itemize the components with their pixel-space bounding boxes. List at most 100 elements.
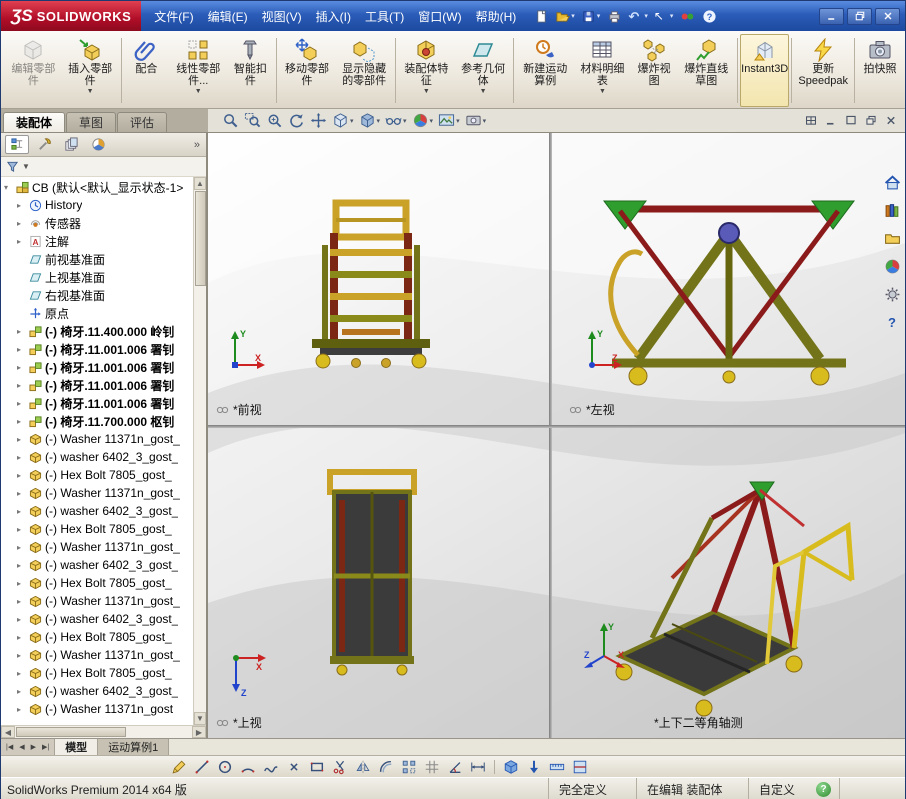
titlebar-record-toggle-button[interactable] — [677, 6, 697, 26]
sketch-arc-button[interactable] — [238, 757, 258, 776]
tree-horizontal-scrollbar[interactable]: ◀ ▶ — [1, 725, 206, 738]
sketch-sketch-pattern-button[interactable] — [399, 757, 419, 776]
sketch-section-box-button[interactable] — [570, 757, 590, 776]
tree-item[interactable]: ▸ (-) Washer 11371n_gost_ — [1, 538, 193, 556]
scroll-up-arrow[interactable]: ▲ — [194, 177, 206, 190]
tab-nav-button-2[interactable]: ▶ — [28, 743, 39, 751]
ribbon-smart-fasteners-button[interactable]: 智能扣件 — [227, 34, 274, 107]
tree-item[interactable]: ▸ (-) washer 6402_3_gost_ — [1, 610, 193, 628]
tree-item[interactable]: ▸ (-) 椅牙.11.001.006 署钊 — [1, 340, 193, 358]
tree-item[interactable]: ▸ A 注解 — [1, 232, 193, 250]
help-tab[interactable]: ? — [883, 313, 902, 331]
panel-overflow-button[interactable]: » — [194, 139, 202, 151]
appearances-tab[interactable] — [883, 257, 902, 275]
tree-item[interactable]: ▸ (-) Hex Bolt 7805_gost_ — [1, 574, 193, 592]
viewport-left[interactable]: Y Z *左视 — [552, 133, 905, 425]
ribbon-bom-button[interactable]: 材料明细表 ▼ — [574, 34, 631, 107]
tree-item[interactable]: ▸ (-) Washer 11371n_gost_ — [1, 592, 193, 610]
menu-item-3[interactable]: 插入(I) — [309, 1, 358, 31]
doc-restore-button[interactable] — [863, 113, 879, 128]
tree-root-item[interactable]: ▾ CB (默认<默认_显示状态-1> — [1, 178, 193, 196]
hud-zoom-area-button[interactable] — [244, 111, 261, 131]
tree-item[interactable]: 右视基准面 — [1, 286, 193, 304]
menu-item-4[interactable]: 工具(T) — [358, 1, 411, 31]
titlebar-open-button[interactable]: ▾ — [553, 6, 577, 26]
tab-nav-button-0[interactable]: |◀ — [3, 743, 16, 751]
tree-item[interactable]: ▸ (-) washer 6402_3_gost_ — [1, 556, 193, 574]
configurationmanager-tab[interactable] — [59, 135, 83, 154]
doc-minimize-button[interactable] — [823, 113, 839, 128]
tab-evaluate[interactable]: 评估 — [117, 112, 168, 132]
titlebar-help-circle-button[interactable]: ? — [699, 6, 719, 26]
viewport-isometric[interactable]: Y X Z *上下二等角轴测 — [552, 428, 905, 738]
tab-nav-button-3[interactable]: ▶| — [39, 743, 52, 751]
hud-apply-scene-button[interactable]: ▾ — [438, 111, 460, 131]
win-close-button[interactable] — [875, 7, 900, 25]
displaymanager-tab[interactable] — [86, 135, 110, 154]
sketch-measure-button[interactable] — [547, 757, 567, 776]
tree-item[interactable]: ▸ (-) 椅牙.11.400.000 岭钊 — [1, 322, 193, 340]
tree-item[interactable]: ▸ (-) 椅牙.11.700.000 枢钊 — [1, 412, 193, 430]
titlebar-save-button[interactable]: ▾ — [579, 6, 603, 26]
hud-view-settings-button[interactable]: ▾ — [465, 111, 486, 131]
ribbon-motion-study-button[interactable]: 新建运动算例 — [516, 34, 574, 107]
scroll-left-arrow[interactable]: ◀ — [1, 726, 15, 738]
featuremanager-tab[interactable] — [5, 135, 29, 154]
tree-item[interactable]: ▸ 传感器 — [1, 214, 193, 232]
tab-assembly[interactable]: 装配体 — [3, 112, 66, 132]
menu-item-6[interactable]: 帮助(H) — [469, 1, 524, 31]
tree-vertical-scrollbar[interactable]: ▲ ▼ — [193, 177, 206, 725]
ribbon-reference-geometry-button[interactable]: 参考几何体 ▼ — [455, 34, 512, 107]
graphics-area[interactable]: Y X *前视 Y Z *左视 Z X *上视 Y X Z *上下二等角轴测 ? — [208, 133, 905, 738]
titlebar-select-arrow-button[interactable]: ↖ ▾ — [652, 6, 676, 26]
hud-hide-show-items-button[interactable]: ▾ — [385, 111, 407, 131]
win-restore-button[interactable] — [847, 7, 872, 25]
ribbon-instant3d-button[interactable]: Instant3D — [739, 34, 790, 107]
ribbon-exploded-view-button[interactable]: 爆炸视图 — [631, 34, 678, 107]
tab-nav-button-1[interactable]: ◀ — [16, 743, 27, 751]
tree-item[interactable]: ▸ (-) Washer 11371n_gost — [1, 700, 193, 718]
tree-item[interactable]: ▸ (-) 椅牙.11.001.006 署钊 — [1, 376, 193, 394]
sketch-mirror-button[interactable] — [353, 757, 373, 776]
home-tab[interactable] — [883, 173, 902, 191]
scroll-thumb[interactable] — [194, 191, 206, 286]
viewport-front[interactable]: Y X *前视 — [208, 133, 549, 425]
tree-item[interactable]: ▸ (-) Washer 11371n_gost_ — [1, 430, 193, 448]
scroll-down-arrow[interactable]: ▼ — [194, 712, 206, 725]
ribbon-snapshot-button[interactable]: 拍快照 — [857, 34, 903, 107]
ribbon-move-component-button[interactable]: 移动零部件 — [279, 34, 336, 107]
sketch-spline-button[interactable] — [261, 757, 281, 776]
tree-item[interactable]: ▸ (-) Washer 11371n_gost_ — [1, 484, 193, 502]
sketch-sketch-button[interactable] — [169, 757, 189, 776]
menu-item-5[interactable]: 窗口(W) — [411, 1, 468, 31]
sketch-rectangle-button[interactable] — [307, 757, 327, 776]
titlebar-new-button[interactable] — [531, 6, 551, 26]
sketch-grid-button[interactable] — [422, 757, 442, 776]
sketch-smart-dimension-button[interactable] — [468, 757, 488, 776]
ribbon-speedpak-button[interactable]: 更新Speedpak — [794, 34, 852, 107]
filter-button[interactable] — [6, 160, 19, 173]
propertymanager-tab[interactable] — [32, 135, 56, 154]
sketch-view-cube-button[interactable] — [501, 757, 521, 776]
model-tab-0[interactable]: 模型 — [55, 739, 99, 755]
tree-item[interactable]: ▸ (-) washer 6402_3_gost_ — [1, 682, 193, 700]
sketch-offset-button[interactable] — [376, 757, 396, 776]
menu-item-1[interactable]: 编辑(E) — [201, 1, 255, 31]
titlebar-undo-button[interactable]: ↶ ▾ — [626, 6, 650, 26]
tab-scroll-track[interactable] — [169, 739, 905, 755]
tree-item[interactable]: 原点 — [1, 304, 193, 322]
status-help-badge[interactable]: ? — [816, 782, 831, 797]
tree-item[interactable]: ▸ (-) Hex Bolt 7805_gost_ — [1, 628, 193, 646]
model-tab-1[interactable]: 运动算例1 — [98, 739, 170, 755]
viewport-splitter-horizontal[interactable] — [208, 425, 905, 428]
tree-item[interactable]: 前视基准面 — [1, 250, 193, 268]
tab-sketch[interactable]: 草图 — [66, 112, 117, 132]
custom-properties-tab[interactable] — [883, 285, 902, 303]
hud-view-orientation-button[interactable]: ▾ — [332, 111, 354, 131]
status-custom-button[interactable]: 自定义 — [748, 778, 808, 799]
titlebar-print-button[interactable] — [604, 6, 624, 26]
design-library-tab[interactable] — [883, 201, 902, 219]
win-minimize-button[interactable] — [819, 7, 844, 25]
doc-close-button[interactable] — [883, 113, 899, 128]
tree-item[interactable]: 上视基准面 — [1, 268, 193, 286]
